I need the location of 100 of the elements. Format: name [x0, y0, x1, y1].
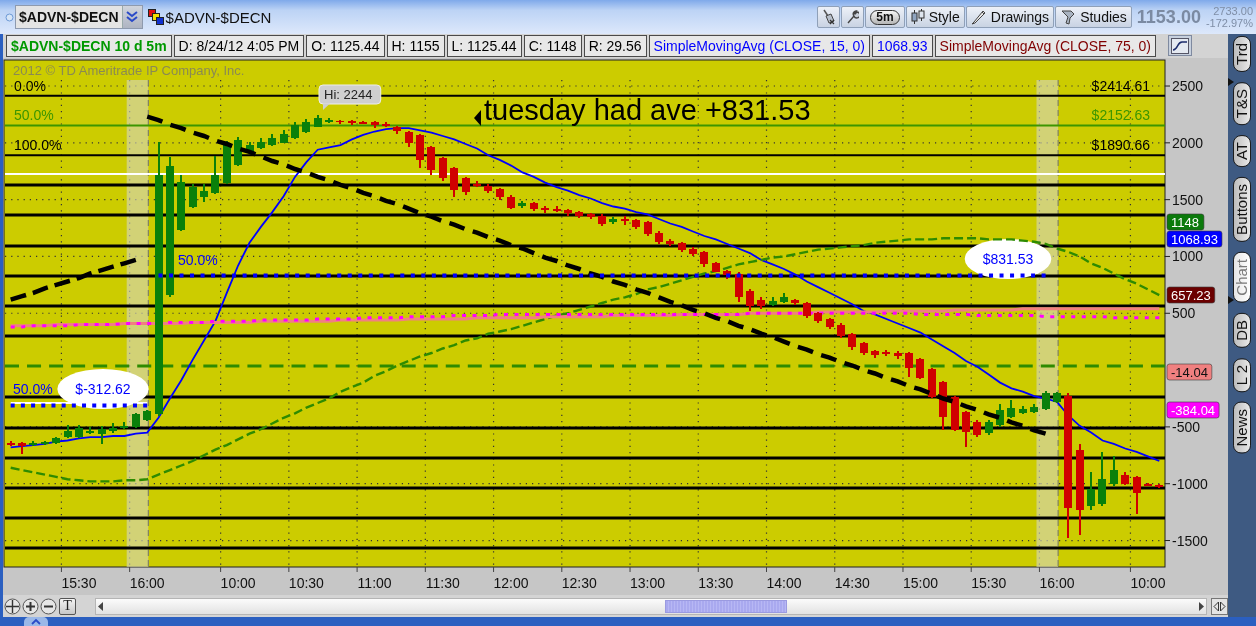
candle	[120, 422, 128, 430]
text-tool-button[interactable]: T	[59, 597, 76, 615]
pencil-icon	[970, 9, 987, 25]
candle	[200, 183, 208, 202]
dropdown-button[interactable]	[121, 6, 142, 28]
candle	[928, 367, 936, 399]
candle	[1155, 483, 1163, 489]
candle	[632, 218, 640, 230]
triangle-marker-icon	[1228, 296, 1234, 304]
last-price-text: 1153.00	[1136, 6, 1201, 28]
broom-button[interactable]	[817, 6, 841, 28]
side-tab[interactable]: Chart	[1233, 252, 1251, 303]
price-axis-label: 2000	[1172, 134, 1204, 151]
candle	[905, 351, 913, 377]
price-axis-label: 1500	[1172, 191, 1204, 208]
scrollbar-thumb[interactable]	[665, 599, 787, 613]
candle	[564, 208, 572, 216]
price-axis-label: -500	[1172, 418, 1201, 435]
candle	[41, 440, 49, 446]
candle	[416, 133, 424, 168]
candle	[1019, 406, 1027, 415]
status-ring-icon	[5, 12, 14, 22]
candle	[530, 201, 538, 211]
candle	[1133, 475, 1141, 515]
candle	[325, 117, 333, 123]
candle	[780, 292, 788, 304]
time-axis-label: 10:30	[288, 575, 324, 591]
side-tab[interactable]: T&S	[1233, 81, 1251, 126]
side-tab[interactable]: DB	[1233, 312, 1251, 348]
candle	[678, 241, 686, 252]
time-axis-label: 15:00	[902, 575, 938, 591]
candle	[1007, 400, 1015, 418]
fib-price-label: $2152.63	[1091, 107, 1150, 124]
candle	[939, 380, 947, 431]
zoom-out-icon[interactable]	[40, 597, 57, 615]
side-tab[interactable]: Trd	[1233, 36, 1251, 72]
candle	[735, 272, 743, 302]
menu-button[interactable]: Drawings	[965, 6, 1055, 28]
candle	[109, 423, 117, 433]
candle	[951, 396, 959, 432]
candle	[723, 270, 731, 280]
candle	[621, 216, 629, 225]
menu-button[interactable]: Studies	[1055, 6, 1132, 28]
crosshair-icon[interactable]	[4, 597, 21, 615]
double-triangle-icon	[1213, 600, 1226, 612]
price-note: $-312.62	[57, 369, 149, 409]
candle	[1110, 456, 1118, 486]
candlestick-icon	[910, 9, 925, 25]
candle	[1144, 482, 1152, 486]
side-tab[interactable]: News	[1233, 401, 1251, 454]
curve-button[interactable]	[1167, 35, 1192, 56]
candle	[962, 411, 970, 448]
expand-button[interactable]	[1211, 597, 1228, 615]
side-tab[interactable]: Buttons	[1233, 177, 1251, 243]
time-axis-label: 11:30	[425, 575, 460, 591]
candle	[973, 420, 981, 438]
candle	[712, 262, 720, 273]
high-price-callout: Hi: 2244	[318, 84, 382, 110]
fib-price-label: $1890.66	[1091, 137, 1150, 154]
candle	[143, 409, 151, 422]
price-tag: 657.23	[1166, 286, 1216, 304]
candle	[484, 183, 492, 193]
fib-percent-label: 0.0%	[14, 78, 46, 94]
header-cell: D: 8/24/12 4:05 PM	[173, 35, 305, 57]
header-cell: O: 1125.44	[306, 35, 385, 57]
quote-detail-text: 2733.00	[1213, 5, 1253, 17]
fib-percent-label: 50.0%	[14, 107, 54, 123]
candle	[814, 312, 822, 324]
candle	[769, 297, 777, 307]
broom-icon	[822, 9, 836, 25]
horizontal-scrollbar[interactable]	[95, 597, 1207, 615]
copyright-text: 2012 © TD Ameritrade IP Company, Inc.	[13, 63, 245, 78]
side-tab[interactable]: L 2	[1233, 357, 1251, 392]
wrench-icon	[846, 9, 860, 25]
zoom-in-icon[interactable]	[22, 597, 39, 615]
candle	[587, 213, 595, 219]
series-label: $-312.62	[75, 381, 131, 397]
collapse-tab[interactable]	[24, 617, 48, 626]
time-axis-label: 14:30	[834, 575, 870, 591]
linked-symbol-text: $ADVN-$DECN	[165, 8, 272, 26]
symbol-field[interactable]: $ADVN-$DECN	[15, 5, 143, 29]
candle	[871, 349, 879, 358]
candle	[427, 146, 435, 175]
candle	[689, 247, 697, 257]
candle	[257, 138, 265, 149]
price-axis-label: -1000	[1172, 475, 1208, 492]
candle	[473, 181, 481, 188]
time-axis-label: 14:00	[766, 575, 802, 591]
candle	[223, 140, 231, 184]
menu-button[interactable]: Style	[905, 6, 965, 28]
candle	[553, 206, 561, 213]
series-label: $831.53	[982, 251, 1034, 267]
side-tab[interactable]: AT	[1233, 135, 1251, 168]
candle	[132, 413, 140, 429]
candle	[644, 221, 652, 236]
candle	[64, 424, 72, 439]
time-axis-label: 12:30	[561, 575, 597, 591]
interval-button[interactable]: 5m	[865, 6, 905, 28]
fib-price-label: $2414.61	[1091, 77, 1150, 94]
wrench-button[interactable]	[841, 6, 865, 28]
